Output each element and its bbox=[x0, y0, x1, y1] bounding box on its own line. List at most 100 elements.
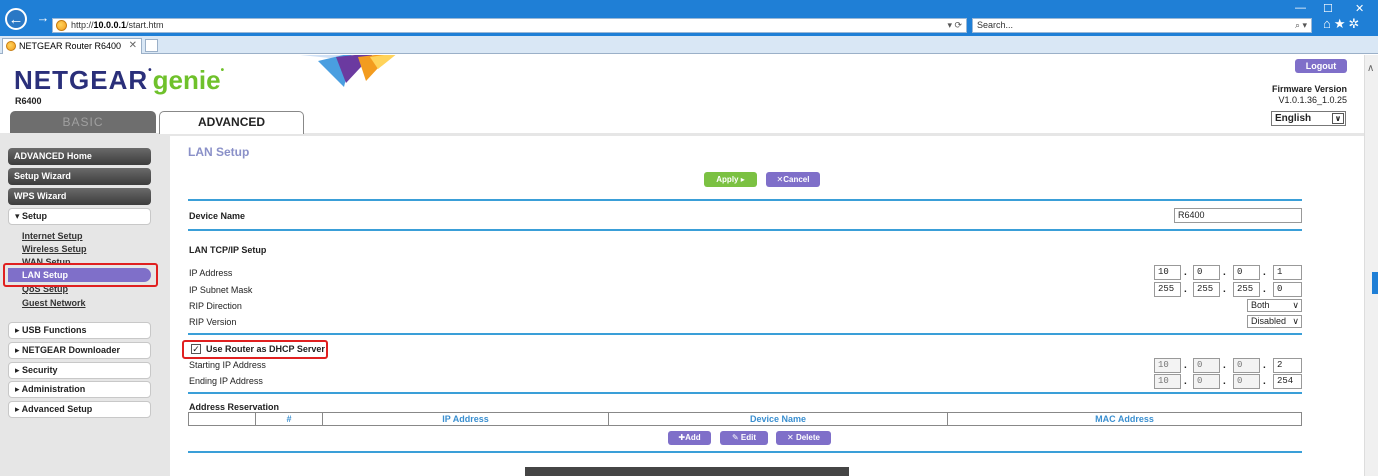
tab-advanced[interactable]: ADVANCED bbox=[159, 111, 304, 134]
rip-version-label: RIP Version bbox=[189, 317, 237, 327]
language-value: English bbox=[1275, 113, 1312, 124]
vertical-scrollbar[interactable]: ∧ bbox=[1364, 55, 1378, 476]
forward-arrow-icon[interactable]: → bbox=[32, 8, 54, 30]
bottom-overlay-bar bbox=[525, 467, 849, 476]
tab-close-icon[interactable]: ✕ bbox=[129, 39, 137, 53]
sidebar: ADVANCED Home Setup Wizard WPS Wizard ▾ … bbox=[0, 136, 170, 476]
sidebar-section-security[interactable]: ▸ Security bbox=[8, 362, 151, 379]
firmware-version: V1.0.1.36_1.0.25 bbox=[1278, 95, 1347, 105]
rip-direction-label: RIP Direction bbox=[189, 301, 242, 311]
col-number: # bbox=[256, 413, 323, 425]
end-ip-octet-1[interactable]: 10 bbox=[1154, 374, 1181, 389]
minimize-icon[interactable]: — bbox=[1295, 2, 1306, 14]
main-content: LAN Setup Apply ▸ ✕Cancel Device Name R6… bbox=[170, 136, 1350, 476]
edit-button[interactable]: ✎ Edit bbox=[720, 431, 768, 445]
start-ip-octet-4[interactable]: 2 bbox=[1273, 358, 1302, 373]
tab-strip: NETGEAR Router R6400 ✕ bbox=[0, 36, 1378, 54]
highlight-box-dhcp bbox=[182, 340, 328, 359]
rip-version-value: Disabled bbox=[1251, 316, 1287, 326]
url-path: /start.htm bbox=[126, 20, 164, 30]
end-ip-octet-2[interactable]: 0 bbox=[1193, 374, 1220, 389]
logo-genie: genie bbox=[152, 65, 221, 95]
ip-octet-4[interactable]: 1 bbox=[1273, 265, 1302, 280]
delete-button[interactable]: ✕ Delete bbox=[776, 431, 831, 445]
sidebar-item-wps-wizard[interactable]: WPS Wizard bbox=[8, 188, 151, 205]
start-ip-octet-1[interactable]: 10 bbox=[1154, 358, 1181, 373]
sidebar-section-usb[interactable]: ▸ USB Functions bbox=[8, 322, 151, 339]
mask-octet-4[interactable]: 0 bbox=[1273, 282, 1302, 297]
sidebar-section-administration[interactable]: ▸ Administration bbox=[8, 381, 151, 398]
logout-button[interactable]: Logout bbox=[1295, 59, 1347, 73]
lan-tcpip-label: LAN TCP/IP Setup bbox=[189, 245, 267, 255]
address-reservation-label: Address Reservation bbox=[189, 402, 280, 412]
netgear-logo: NETGEAR•genie• bbox=[14, 65, 226, 95]
search-placeholder: Search... bbox=[977, 20, 1014, 30]
cancel-button[interactable]: ✕Cancel bbox=[766, 172, 820, 187]
ending-ip-label: Ending IP Address bbox=[189, 376, 263, 386]
back-arrow-icon[interactable]: ← bbox=[5, 8, 27, 30]
banner-graphic bbox=[300, 55, 396, 87]
url-prefix: http:// bbox=[71, 20, 94, 30]
address-bar[interactable]: http://10.0.0.1/start.htm ▾ ⟳ bbox=[52, 18, 967, 33]
close-icon[interactable]: ✕ bbox=[1355, 2, 1364, 15]
chevron-down-icon: ∨ bbox=[1292, 300, 1299, 310]
tab-title: NETGEAR Router R6400 bbox=[19, 41, 122, 51]
ip-octet-2[interactable]: 0 bbox=[1193, 265, 1220, 280]
sidebar-item-wireless-setup[interactable]: Wireless Setup bbox=[22, 244, 86, 254]
start-ip-octet-2[interactable]: 0 bbox=[1193, 358, 1220, 373]
refresh-icon[interactable]: ▾ ⟳ bbox=[947, 19, 962, 32]
sidebar-section-setup[interactable]: ▾ Setup bbox=[8, 208, 151, 225]
col-device-name: Device Name bbox=[609, 413, 948, 425]
highlight-box-lan-setup bbox=[3, 263, 158, 287]
ip-octet-1[interactable]: 10 bbox=[1154, 265, 1181, 280]
sidebar-section-advanced-setup[interactable]: ▸ Advanced Setup bbox=[8, 401, 151, 418]
scroll-marker bbox=[1372, 272, 1378, 294]
mask-octet-3[interactable]: 255 bbox=[1233, 282, 1260, 297]
site-favicon-icon bbox=[56, 20, 67, 31]
new-tab-button[interactable] bbox=[145, 39, 158, 52]
chevron-up-icon[interactable]: ∧ bbox=[1367, 63, 1374, 74]
divider bbox=[188, 392, 1302, 394]
add-button[interactable]: ✚Add bbox=[668, 431, 711, 445]
rip-direction-value: Both bbox=[1251, 300, 1270, 310]
page-title: LAN Setup bbox=[188, 145, 250, 159]
chevron-down-icon: ∨ bbox=[1292, 316, 1299, 326]
rip-direction-select[interactable]: Both ∨ bbox=[1247, 299, 1302, 312]
ip-address-label: IP Address bbox=[189, 268, 233, 278]
sidebar-item-internet-setup[interactable]: Internet Setup bbox=[22, 231, 83, 241]
language-select[interactable]: English ∨ bbox=[1271, 111, 1346, 126]
maximize-icon[interactable]: ☐ bbox=[1323, 2, 1333, 15]
starting-ip-label: Starting IP Address bbox=[189, 360, 266, 370]
sidebar-item-setup-wizard[interactable]: Setup Wizard bbox=[8, 168, 151, 185]
mask-octet-1[interactable]: 255 bbox=[1154, 282, 1181, 297]
search-input[interactable]: Search... ⌕ ▾ bbox=[972, 18, 1312, 33]
search-icon[interactable]: ⌕ ▾ bbox=[1295, 19, 1307, 32]
sidebar-item-guest-network[interactable]: Guest Network bbox=[22, 298, 86, 308]
mask-octet-2[interactable]: 255 bbox=[1193, 282, 1220, 297]
reservation-table-header: # IP Address Device Name MAC Address bbox=[188, 412, 1302, 426]
home-star-gear-icon[interactable]: ⌂★✲ bbox=[1323, 16, 1362, 32]
router-page: NETGEAR•genie• R6400 BASIC ADVANCED Logo… bbox=[0, 55, 1364, 476]
sidebar-section-downloader[interactable]: ▸ NETGEAR Downloader bbox=[8, 342, 151, 359]
col-ip-address: IP Address bbox=[323, 413, 609, 425]
url-host: 10.0.0.1 bbox=[93, 20, 127, 30]
divider bbox=[188, 451, 1302, 453]
col-empty bbox=[189, 413, 256, 425]
device-name-input[interactable]: R6400 bbox=[1174, 208, 1302, 223]
chevron-down-icon: ∨ bbox=[1332, 113, 1344, 124]
browser-tab[interactable]: NETGEAR Router R6400 ✕ bbox=[2, 38, 142, 54]
firmware-label: Firmware Version bbox=[1271, 84, 1347, 94]
subnet-mask-label: IP Subnet Mask bbox=[189, 285, 253, 295]
apply-button[interactable]: Apply ▸ bbox=[704, 172, 757, 187]
end-ip-octet-4[interactable]: 254 bbox=[1273, 374, 1302, 389]
end-ip-octet-3[interactable]: 0 bbox=[1233, 374, 1260, 389]
col-mac-address: MAC Address bbox=[1095, 414, 1154, 424]
tab-favicon-icon bbox=[6, 41, 16, 51]
start-ip-octet-3[interactable]: 0 bbox=[1233, 358, 1260, 373]
ip-octet-3[interactable]: 0 bbox=[1233, 265, 1260, 280]
rip-version-select[interactable]: Disabled ∨ bbox=[1247, 315, 1302, 328]
divider bbox=[188, 199, 1302, 201]
tab-basic[interactable]: BASIC bbox=[10, 111, 156, 133]
divider bbox=[188, 229, 1302, 231]
sidebar-item-advanced-home[interactable]: ADVANCED Home bbox=[8, 148, 151, 165]
